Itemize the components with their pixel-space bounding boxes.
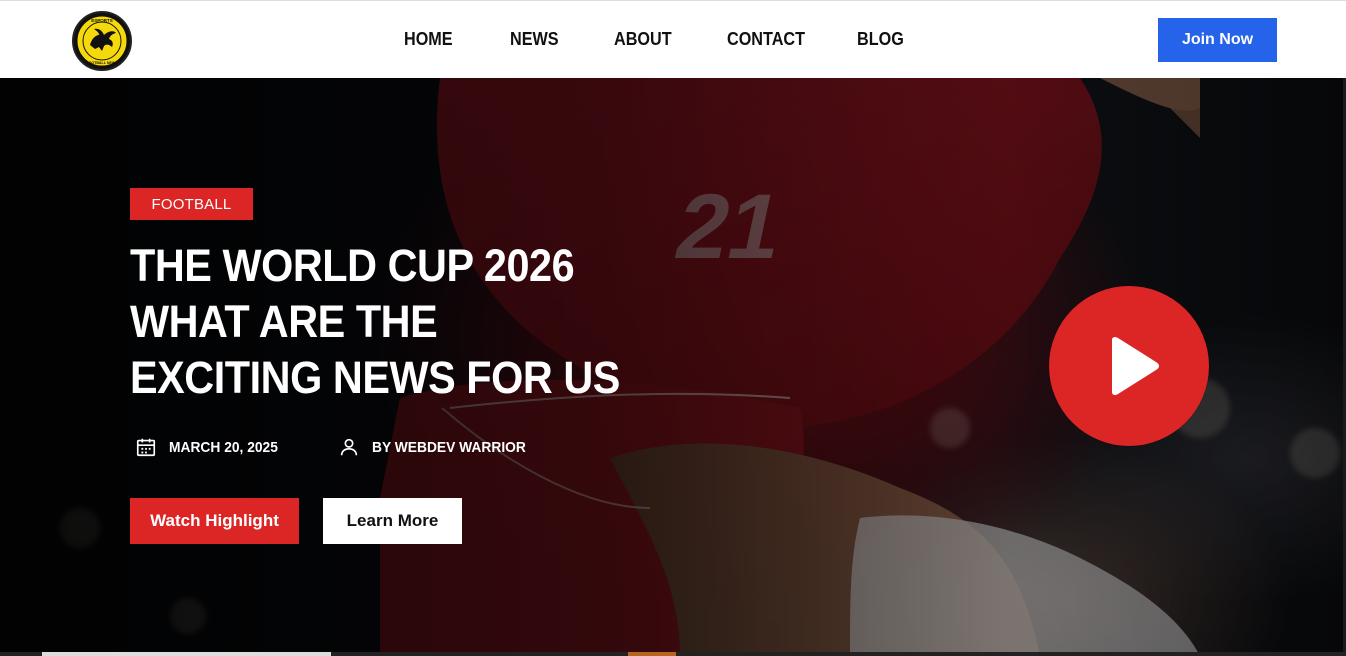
svg-text:FOOTBALL NEWS: FOOTBALL NEWS bbox=[86, 61, 118, 65]
pegasus-crest-logo-icon: ESPORTS FOOTBALL NEWS bbox=[74, 13, 130, 69]
preview-segment bbox=[42, 652, 331, 656]
nav-blog[interactable]: BLOG bbox=[857, 29, 904, 50]
post-author: BY WEBDEV WARRIOR bbox=[338, 436, 539, 458]
post-date: MARCH 20, 2025 bbox=[135, 436, 287, 458]
calendar-icon bbox=[136, 438, 156, 457]
svg-text:ESPORTS: ESPORTS bbox=[91, 18, 113, 23]
logo[interactable]: ESPORTS FOOTBALL NEWS bbox=[72, 11, 132, 71]
play-video-button[interactable] bbox=[1049, 286, 1209, 446]
nav-news[interactable]: NEWS bbox=[510, 29, 559, 50]
nav-about[interactable]: ABOUT bbox=[614, 29, 672, 50]
learn-more-button[interactable]: Learn More bbox=[323, 498, 462, 544]
post-date-text: MARCH 20, 2025 bbox=[169, 438, 278, 456]
category-tag[interactable]: FOOTBALL bbox=[130, 188, 253, 220]
watch-highlight-button[interactable]: Watch Highlight bbox=[130, 498, 299, 544]
preview-segment bbox=[628, 652, 676, 656]
play-icon bbox=[1112, 336, 1159, 396]
nav-home[interactable]: HOME bbox=[404, 29, 453, 50]
next-section-preview bbox=[0, 652, 1346, 656]
hero-headline: THE WORLD CUP 2026 WHAT ARE THE EXCITING… bbox=[130, 240, 620, 403]
hero-section: 21 FOOTBALL THE WORLD CUP 2026 WHAT ARE … bbox=[0, 78, 1346, 656]
site-header: ESPORTS FOOTBALL NEWS HOME NEWS ABOUT CO… bbox=[0, 0, 1346, 78]
post-author-text[interactable]: BY WEBDEV WARRIOR bbox=[372, 439, 526, 456]
join-now-button[interactable]: Join Now bbox=[1158, 18, 1277, 62]
user-icon bbox=[340, 438, 358, 456]
nav-contact[interactable]: CONTACT bbox=[727, 29, 805, 50]
